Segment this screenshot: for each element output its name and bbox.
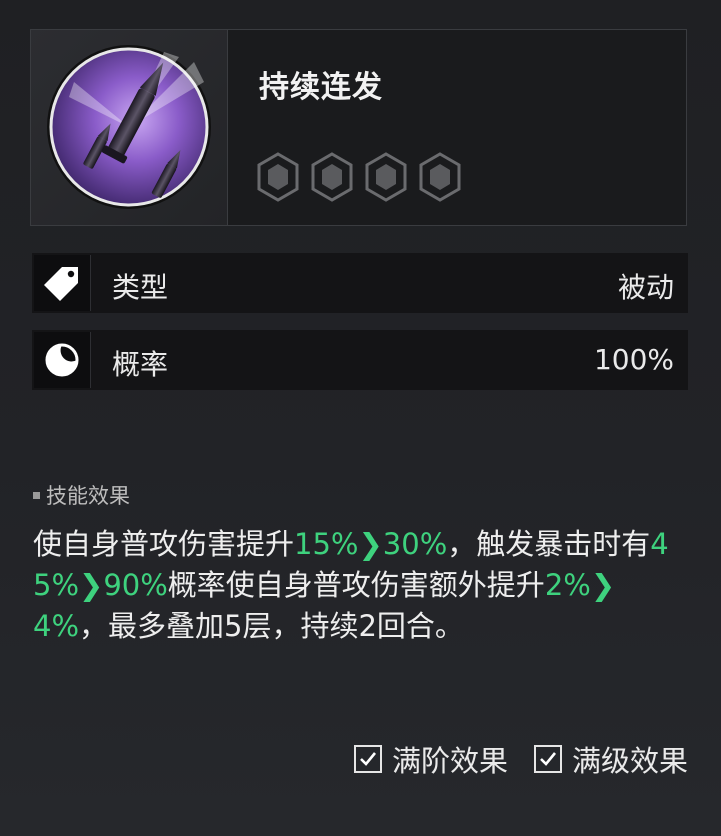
- value-base: 2%: [544, 568, 591, 602]
- desc-text: ，触发暴击时有: [447, 527, 651, 561]
- chevron-right-icon: ❯: [79, 568, 104, 602]
- toggle-label: 满级效果: [571, 744, 688, 778]
- attribute-value: 被动: [617, 271, 674, 304]
- hex-slot-icon: [418, 152, 462, 202]
- chevron-right-icon: ❯: [590, 568, 616, 602]
- section-title: 技能效果: [33, 480, 130, 510]
- desc-text: 概率使自身普攻伤害额外提升: [167, 568, 545, 602]
- value-base: 15%: [294, 527, 359, 561]
- hex-slot-icon: [310, 152, 354, 202]
- bullets-icon: [47, 45, 211, 209]
- checkbox[interactable]: [533, 745, 562, 773]
- hex-slot-icon: [364, 152, 408, 202]
- desc-text: ，最多叠加5层，持续2回合。: [79, 609, 464, 643]
- value-max: 4%: [33, 609, 80, 643]
- upgrade-slots: [256, 152, 462, 202]
- attribute-row-type: 类型 被动: [32, 253, 688, 313]
- skill-name: 持续连发: [259, 70, 383, 105]
- skill-description: 使自身普攻伤害提升15%❯30%，触发暴击时有45%❯90%概率使自身普攻伤害额…: [33, 524, 683, 647]
- attribute-row-probability: 概率 100%: [32, 330, 688, 390]
- toggle-label: 满阶效果: [391, 744, 508, 778]
- attribute-label: 类型: [112, 271, 169, 304]
- skill-header: 持续连发: [30, 29, 687, 226]
- attribute-value: 100%: [593, 343, 674, 376]
- max-rank-toggle[interactable]: 满阶效果: [353, 738, 508, 780]
- value-max: 90%: [103, 568, 168, 602]
- bullet-icon: [33, 491, 40, 499]
- skill-icon-frame: [31, 30, 228, 225]
- max-level-toggle[interactable]: 满级效果: [533, 738, 688, 780]
- tag-icon: [34, 255, 91, 311]
- value-max: 30%: [382, 527, 448, 561]
- desc-text: 使自身普攻伤害提升: [33, 527, 295, 561]
- section-title-text: 技能效果: [46, 484, 130, 508]
- chevron-right-icon: ❯: [358, 527, 383, 561]
- hex-slot-icon: [256, 152, 300, 202]
- checkbox[interactable]: [353, 745, 382, 773]
- toggle-group: 满阶效果 满级效果: [353, 738, 688, 780]
- check-icon: [360, 752, 376, 766]
- moon-icon: [34, 332, 91, 388]
- check-icon: [540, 752, 556, 766]
- attribute-label: 概率: [112, 348, 169, 381]
